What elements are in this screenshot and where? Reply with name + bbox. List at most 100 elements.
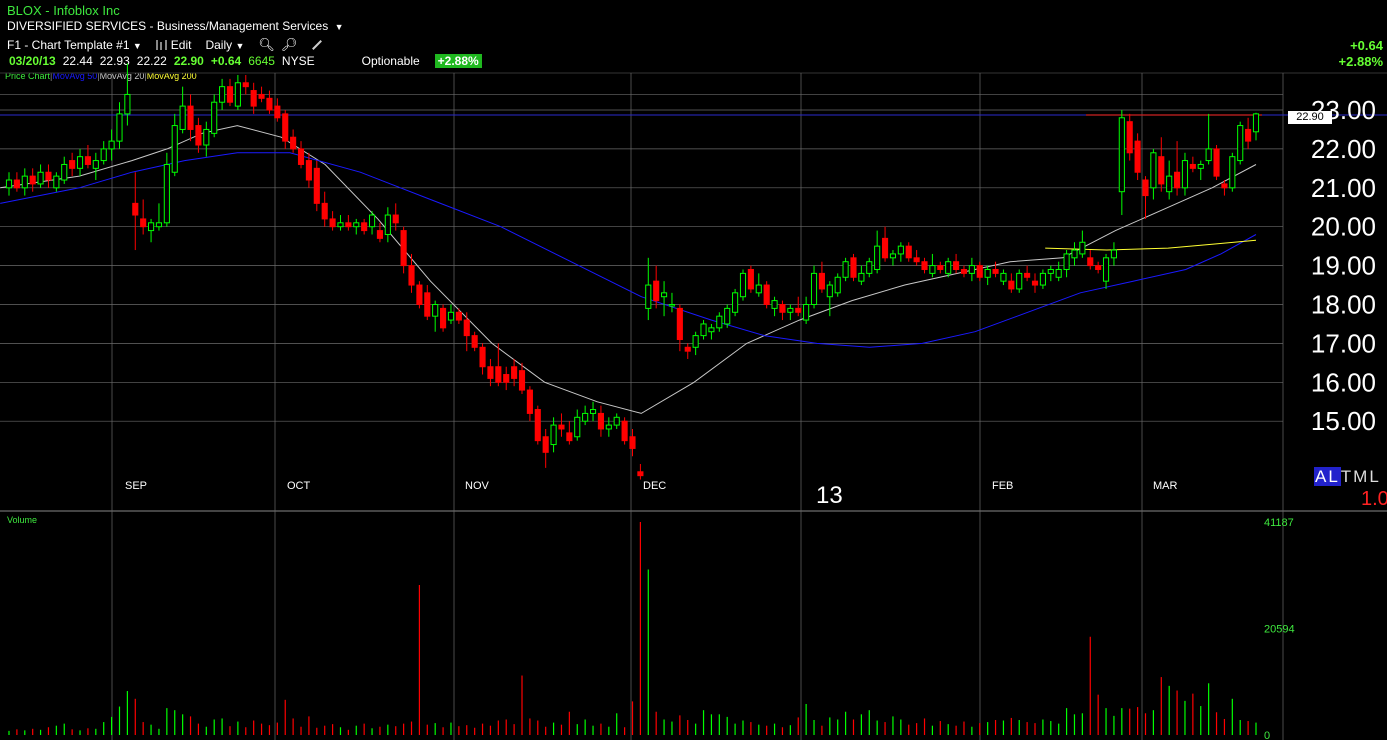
price-tick-label: 21.00 bbox=[1311, 173, 1376, 203]
candle bbox=[1158, 137, 1165, 192]
candle-body bbox=[534, 409, 541, 442]
candle-body bbox=[905, 245, 912, 259]
candle-body bbox=[755, 284, 762, 294]
candle-body bbox=[550, 424, 557, 446]
candle-body bbox=[329, 218, 336, 228]
candle bbox=[1039, 269, 1046, 289]
candle bbox=[732, 288, 739, 317]
candle bbox=[282, 110, 289, 149]
candle bbox=[329, 211, 336, 231]
ma200-line bbox=[1045, 239, 1257, 251]
candle-body bbox=[1118, 117, 1125, 193]
candle-body bbox=[424, 292, 431, 317]
candle-body bbox=[621, 420, 628, 442]
candle bbox=[795, 296, 802, 317]
volume-tick-label: 41187 bbox=[1264, 517, 1294, 529]
candle bbox=[297, 141, 305, 169]
candle-body bbox=[518, 370, 526, 391]
candle bbox=[92, 152, 99, 181]
price-volume-chart[interactable]: 15.00 16.00 17.00 18.00 19.00 20.00 21.00 22.00… bbox=[0, 0, 1387, 740]
candle bbox=[566, 421, 573, 445]
candle-body bbox=[1047, 268, 1054, 274]
candle bbox=[226, 78, 234, 107]
candle-body bbox=[582, 412, 589, 422]
candle bbox=[834, 273, 841, 297]
candle-body bbox=[1229, 156, 1236, 189]
candle bbox=[889, 250, 897, 266]
candle-body bbox=[1063, 253, 1070, 270]
candle-body bbox=[140, 218, 147, 228]
candle bbox=[100, 141, 107, 165]
candle bbox=[250, 82, 257, 114]
candle bbox=[582, 405, 589, 426]
candle bbox=[1189, 156, 1196, 173]
candle-body bbox=[921, 261, 928, 270]
candle-body bbox=[558, 424, 565, 430]
candle bbox=[116, 102, 123, 149]
candle-body bbox=[589, 409, 597, 414]
candle-body bbox=[968, 265, 975, 274]
timeframe-al-button[interactable]: AL bbox=[1314, 467, 1341, 486]
candle bbox=[1174, 141, 1181, 196]
candle bbox=[1079, 230, 1086, 258]
candle bbox=[1110, 242, 1118, 266]
candle-body bbox=[305, 160, 312, 181]
candle bbox=[945, 257, 952, 278]
month-label: NOV bbox=[465, 480, 490, 492]
candle-body bbox=[400, 230, 407, 267]
candle-body bbox=[653, 280, 660, 302]
candle bbox=[558, 413, 565, 437]
candle bbox=[534, 405, 541, 445]
candle-body bbox=[1142, 179, 1149, 197]
candle-body bbox=[282, 113, 289, 142]
candle bbox=[440, 304, 447, 332]
candle bbox=[29, 168, 36, 192]
candle bbox=[313, 160, 320, 212]
candle bbox=[211, 94, 218, 138]
candle bbox=[984, 265, 991, 286]
candle bbox=[787, 304, 794, 321]
candle-body bbox=[29, 175, 36, 185]
candle-body bbox=[76, 156, 84, 169]
timeframe-tml-button[interactable]: TML bbox=[1341, 467, 1381, 486]
candle-body bbox=[1166, 175, 1173, 193]
candle bbox=[242, 74, 249, 95]
candle bbox=[692, 331, 699, 356]
candle bbox=[763, 281, 770, 309]
candle-body bbox=[526, 389, 533, 414]
candle-body bbox=[53, 175, 60, 189]
candle bbox=[53, 172, 60, 192]
candle bbox=[818, 261, 825, 293]
candle bbox=[708, 323, 715, 340]
candle-body bbox=[1213, 148, 1220, 177]
timeframe-switch[interactable]: ALTML bbox=[1314, 467, 1381, 487]
candle bbox=[503, 366, 510, 391]
candle bbox=[905, 242, 912, 262]
candle bbox=[1252, 112, 1260, 141]
candle bbox=[321, 191, 328, 227]
candle bbox=[960, 265, 968, 278]
candle bbox=[155, 203, 163, 231]
candle-body bbox=[471, 335, 478, 348]
candle-body bbox=[929, 265, 936, 274]
candle-body bbox=[976, 265, 983, 278]
candle-body bbox=[361, 222, 368, 232]
candle bbox=[432, 300, 439, 332]
candle-body bbox=[645, 284, 652, 309]
candle-body bbox=[1102, 257, 1110, 282]
candle-body bbox=[124, 93, 131, 115]
ma50-line bbox=[0, 152, 1257, 348]
candle bbox=[1229, 152, 1236, 192]
candle bbox=[826, 281, 833, 317]
candle-body bbox=[69, 160, 76, 169]
candle bbox=[1245, 117, 1252, 149]
candle-body bbox=[155, 222, 163, 228]
candle-body bbox=[597, 412, 604, 430]
candle-body bbox=[1150, 152, 1157, 189]
candle-body bbox=[219, 86, 226, 103]
candle-body bbox=[566, 432, 573, 442]
candle bbox=[345, 215, 352, 231]
candle bbox=[37, 164, 44, 188]
candle bbox=[637, 463, 644, 480]
candle-body bbox=[1110, 249, 1118, 259]
